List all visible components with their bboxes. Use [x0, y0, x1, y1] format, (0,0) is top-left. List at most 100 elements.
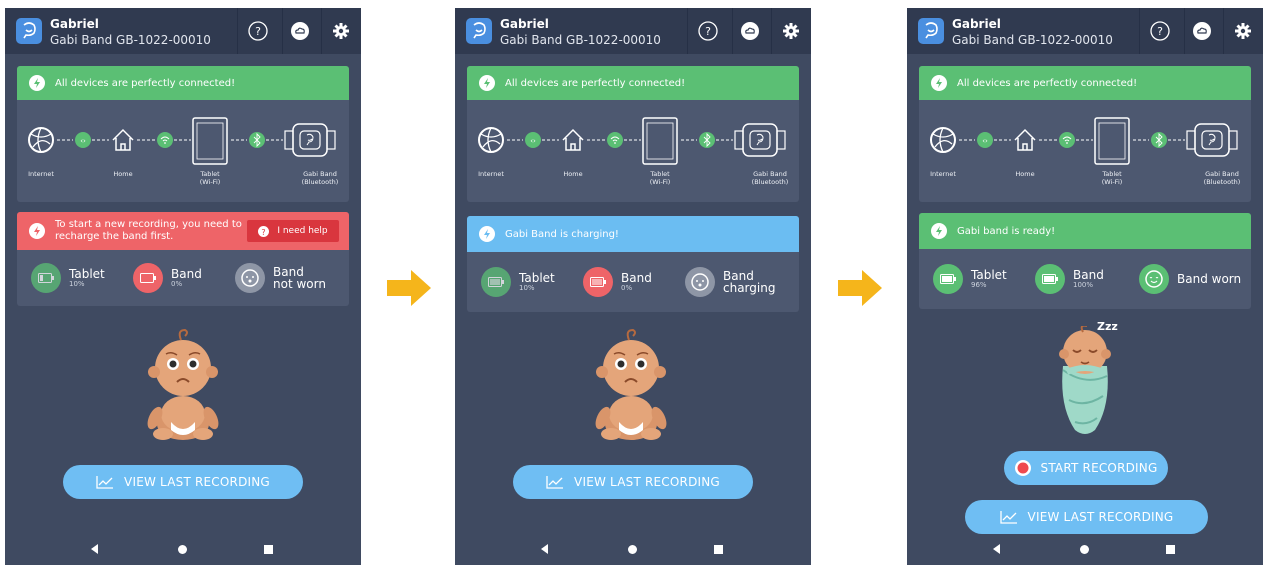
band-stat: Band 100% [1035, 251, 1104, 307]
app-logo-icon [16, 18, 42, 44]
band-stat: Band 0% [583, 254, 652, 310]
phone-screen-3: Gabriel Gabi Band GB-1022-00010 ? All de… [907, 8, 1263, 565]
android-nav-bar [455, 535, 811, 565]
back-icon[interactable] [91, 544, 98, 554]
divider [282, 8, 283, 54]
phone-screen-1: Gabriel Gabi Band GB-1022-00010 ? All de… [5, 8, 361, 565]
divider [732, 8, 733, 54]
stats-row: Tablet 10% Band 0% Band charging [467, 252, 799, 312]
chart-icon [999, 511, 1017, 524]
connection-banner: All devices are perfectly connected! [919, 66, 1251, 100]
svg-text:?: ? [255, 25, 261, 38]
home-label: Home [563, 170, 583, 178]
user-name: Gabriel [500, 17, 549, 31]
link-icon: ‹› [525, 132, 541, 148]
gear-icon[interactable] [779, 19, 803, 43]
divider [1184, 8, 1185, 54]
connection-card: All devices are perfectly connected! ‹› … [919, 66, 1251, 202]
back-icon[interactable] [541, 544, 548, 554]
connection-diagram: ‹› [478, 117, 786, 165]
back-icon[interactable] [993, 544, 1000, 554]
divider [1223, 8, 1224, 54]
help-icon[interactable]: ? [246, 19, 270, 43]
svg-text:?: ? [1157, 25, 1163, 38]
baby-face-icon [685, 267, 715, 297]
stats-row: Tablet 96% Band 100% Band worn [919, 249, 1251, 309]
battery-icon [31, 263, 61, 293]
connection-diagram: ‹› [28, 117, 336, 165]
connection-card: All devices are perfectly connected! ‹› … [467, 66, 799, 202]
lightning-icon [479, 226, 495, 242]
cloud-icon[interactable] [288, 19, 312, 43]
divider [237, 8, 238, 54]
band-icon [1186, 123, 1238, 157]
help-button[interactable]: ? I need help [247, 220, 339, 242]
connection-banner-text: All devices are perfectly connected! [55, 77, 236, 89]
view-last-recording-button[interactable]: VIEW LAST RECORDING [513, 465, 753, 499]
home-nav-icon[interactable] [628, 545, 637, 554]
battery-icon [481, 267, 511, 297]
stats-row: Tablet 10% Band 0% Band not worn [17, 250, 349, 306]
worried-baby-illustration [595, 328, 667, 440]
worn-stat: Band not worn [235, 250, 326, 306]
battery-icon [1035, 264, 1065, 294]
lightning-icon [931, 223, 947, 239]
internet-label: Internet [28, 170, 54, 178]
arrow-icon [387, 270, 431, 306]
home-label: Home [113, 170, 133, 178]
internet-globe-icon [28, 127, 54, 153]
gear-icon[interactable] [329, 19, 353, 43]
cloud-icon[interactable] [1190, 19, 1214, 43]
android-nav-bar [5, 535, 361, 565]
help-icon[interactable]: ? [1148, 19, 1172, 43]
app-logo-icon [466, 18, 492, 44]
band-label: Gabi Band (Bluetooth) [751, 170, 789, 186]
divider [321, 8, 322, 54]
wifi-icon [1059, 132, 1075, 148]
device-name: Gabi Band GB-1022-00010 [50, 33, 211, 47]
recents-icon[interactable] [714, 545, 723, 554]
arrow-icon [838, 270, 882, 306]
help-icon[interactable]: ? [696, 19, 720, 43]
status-banner: Gabi Band is charging! [467, 216, 799, 252]
lightning-icon [479, 75, 495, 91]
tablet-label: Tablet (Wi-Fi) [199, 170, 221, 186]
internet-label: Internet [930, 170, 956, 178]
recents-icon[interactable] [1166, 545, 1175, 554]
connection-card: All devices are perfectly connected! ‹› … [17, 66, 349, 202]
cloud-icon[interactable] [738, 19, 762, 43]
app-logo-icon [918, 18, 944, 44]
record-dot-icon [1014, 460, 1031, 476]
status-banner: To start a new recording, you need to re… [17, 212, 349, 250]
svg-text:?: ? [705, 25, 711, 38]
status-card: To start a new recording, you need to re… [17, 212, 349, 306]
view-last-recording-button[interactable]: VIEW LAST RECORDING [965, 500, 1208, 534]
recents-icon[interactable] [264, 545, 273, 554]
wifi-icon [157, 132, 173, 148]
android-nav-bar [907, 535, 1263, 565]
tablet-label: Tablet (Wi-Fi) [1101, 170, 1123, 186]
tablet-icon [192, 117, 228, 165]
baby-face-icon [1139, 264, 1169, 294]
svg-text:‹›: ‹› [982, 137, 988, 145]
tablet-icon [1094, 117, 1130, 165]
home-nav-icon[interactable] [1080, 545, 1089, 554]
phone-screen-2: Gabriel Gabi Band GB-1022-00010 ? All de… [455, 8, 811, 565]
sleeping-baby-illustration [1059, 326, 1111, 434]
home-label: Home [1015, 170, 1035, 178]
bluetooth-icon [1151, 132, 1167, 148]
start-recording-button[interactable]: START RECORDING [1004, 451, 1168, 485]
divider [1139, 8, 1140, 54]
link-icon: ‹› [75, 132, 91, 148]
gear-icon[interactable] [1231, 19, 1255, 43]
home-nav-icon[interactable] [178, 545, 187, 554]
chart-icon [96, 476, 114, 489]
lightning-icon [931, 75, 947, 91]
view-last-recording-button[interactable]: VIEW LAST RECORDING [63, 465, 303, 499]
tablet-stat: Tablet 10% [481, 254, 555, 310]
internet-label: Internet [478, 170, 504, 178]
worn-stat: Band worn [1139, 251, 1241, 307]
tablet-stat: Tablet 96% [933, 251, 1007, 307]
band-icon [284, 123, 336, 157]
home-icon [562, 128, 584, 151]
